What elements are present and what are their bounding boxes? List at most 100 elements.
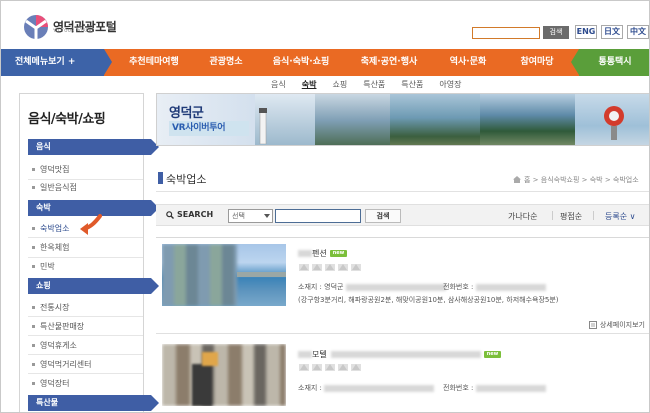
listing-name[interactable]: 모텔 new [298, 349, 502, 360]
flower-icon [312, 264, 322, 271]
nav-item-participation[interactable]: 참여마당 [503, 49, 571, 76]
sidebar-item-yd-market[interactable]: 영덕장터 [32, 379, 69, 389]
blurred-region [162, 344, 286, 406]
bullet-icon [32, 227, 35, 230]
subnav-item-special[interactable]: 특산품 [355, 79, 393, 91]
flower-icon [351, 364, 361, 371]
flower-icon [325, 364, 335, 371]
listing-thumbnail[interactable] [162, 344, 286, 406]
new-badge: new [483, 351, 502, 358]
banner-title: 영덕군 [169, 106, 204, 121]
sidebar-item-rest-area[interactable]: 영덕휴게소 [32, 341, 77, 351]
vr-tour-banner[interactable]: 영덕군 VR사이버투어 [156, 93, 649, 146]
redacted-text [475, 384, 546, 392]
sub-navigation: 음식 숙박 쇼핑 특산품 특산품 아영장 [263, 79, 469, 91]
sidebar-category-food[interactable]: 음식 [28, 139, 159, 155]
banner-subtitle: VR사이버투어 [169, 121, 249, 136]
listing-phone: 전화번호 : [443, 383, 546, 393]
sidebar-category-shop[interactable]: 쇼핑 [28, 278, 159, 294]
nav-item-attractions[interactable]: 관광명소 [195, 49, 257, 76]
all-menu-tip [104, 49, 112, 75]
detail-page-link[interactable]: 상세페이지보기 [588, 320, 645, 330]
subnav-item-stay[interactable]: 숙박 [294, 79, 325, 91]
crab-sculpture-icon [604, 106, 624, 140]
listing-thumbnail[interactable] [162, 244, 286, 306]
flower-icon [325, 264, 335, 271]
sort-registration[interactable]: 등록순 ∨ [605, 211, 635, 222]
listing-address: 소재지 : 영덕군 [298, 282, 446, 292]
subnav-item-shop[interactable]: 쇼핑 [324, 79, 355, 91]
divider [28, 373, 143, 374]
subnav-item-camping[interactable]: 아영장 [431, 79, 469, 91]
sidebar-item-market[interactable]: 전통시장 [32, 303, 69, 313]
all-menu-button[interactable]: 전체메뉴보기 + [1, 49, 104, 76]
rating-stars [298, 262, 362, 272]
redacted-text [330, 351, 481, 358]
redacted-text [475, 283, 546, 291]
listing-search-bar: SEARCH 선택 검색 가나다순 평점순 등록순 ∨ [156, 204, 649, 226]
sidebar-item-minbak[interactable]: 민박 [32, 262, 55, 272]
divider [28, 257, 143, 258]
sidebar-item-lodging[interactable]: 숙박업소 [32, 224, 69, 234]
sort-divider [593, 211, 594, 220]
sidebar: 음식/숙박/쇼핑 음식 영덕맛집 일반음식점 숙박 숙박업소 한옥체험 민박 쇼… [19, 93, 159, 412]
flower-icon [312, 364, 322, 371]
lang-jp-button[interactable]: 日文 [601, 25, 623, 39]
lighthouse-icon [259, 108, 267, 144]
search-label: SEARCH [166, 210, 213, 219]
redacted-text [345, 283, 446, 291]
bullet-icon [32, 265, 35, 268]
logo-icon [24, 15, 48, 39]
nav-item-festival[interactable]: 축제·공연·행사 [345, 49, 433, 76]
home-icon [513, 176, 521, 183]
bullet-icon [32, 306, 35, 309]
sidebar-item-specialty-store[interactable]: 특산물판매장 [32, 322, 84, 332]
list-item[interactable]: 모텔 new 소재지 : 전화번호 : [156, 339, 649, 412]
sort-alphabetical[interactable]: 가나다순 [508, 211, 537, 222]
subnav-item-special-2[interactable]: 특산품 [393, 79, 431, 91]
list-item[interactable]: 펜션 new 소재지 : 영덕군 전화번호 : (강구항3분거리, 해파랑공원2… [156, 238, 649, 334]
listing-note: (강구항3분거리, 해파랑공원2분, 해맞이공원10분, 삼사해상공원10분, … [298, 296, 559, 304]
title-marker [158, 172, 163, 184]
bullet-icon [32, 325, 35, 328]
blurred-region [202, 352, 218, 366]
sidebar-category-specialty[interactable]: 특산물 [28, 395, 159, 411]
nav-item-food-stay-shop[interactable]: 음식·숙박·쇼핑 [257, 49, 345, 76]
divider [28, 179, 143, 180]
redacted-text [298, 351, 312, 358]
subnav-item-food[interactable]: 음식 [263, 79, 294, 91]
main-navigation: 전체메뉴보기 + 추천테마여행 관광명소 음식·숙박·쇼핑 축제·공연·행사 역… [1, 49, 649, 76]
flower-icon [299, 364, 309, 371]
nav-item-theme-travel[interactable]: 추천테마여행 [113, 49, 195, 76]
divider [28, 316, 143, 317]
sort-rating[interactable]: 평점순 [560, 211, 582, 222]
redacted-text [298, 250, 312, 257]
header-search-input[interactable] [472, 27, 540, 39]
search-input[interactable] [275, 209, 361, 223]
sidebar-title: 음식/숙박/쇼핑 [28, 112, 106, 127]
search-category-select[interactable]: 선택 [228, 209, 273, 223]
header-search-button[interactable]: 검색 [543, 26, 569, 39]
listing-name[interactable]: 펜션 new [298, 248, 348, 259]
site-logo[interactable]: 영덕관광포털 YD TOUR PORTAL [23, 14, 117, 40]
banner-photo-3 [390, 94, 480, 145]
sidebar-item-restaurants[interactable]: 영덕맛집 [32, 165, 69, 175]
sidebar-item-food-center[interactable]: 영덕먹거리센터 [32, 360, 92, 370]
breadcrumb: 홈 > 음식숙박쇼핑 > 숙박 > 숙박업소 [513, 175, 639, 185]
blurred-region [162, 244, 237, 306]
flower-icon [351, 264, 361, 271]
document-icon [588, 321, 597, 329]
lang-cn-button[interactable]: 中文 [627, 25, 649, 39]
search-icon [166, 210, 174, 219]
lang-eng-button[interactable]: ENG [575, 25, 597, 39]
chevron-down-icon [264, 214, 270, 218]
page-title: 숙박업소 [166, 173, 207, 186]
nav-item-taxi[interactable]: 통통택시 [579, 49, 649, 76]
sidebar-item-hanok[interactable]: 한옥체험 [32, 243, 69, 253]
divider [28, 335, 143, 336]
nav-item-history-culture[interactable]: 역사·문화 [433, 49, 503, 76]
search-button[interactable]: 검색 [365, 209, 401, 223]
listing-phone: 전화번호 : [443, 282, 546, 292]
sidebar-item-general-food[interactable]: 일반음식점 [32, 183, 77, 193]
bullet-icon [32, 168, 35, 171]
